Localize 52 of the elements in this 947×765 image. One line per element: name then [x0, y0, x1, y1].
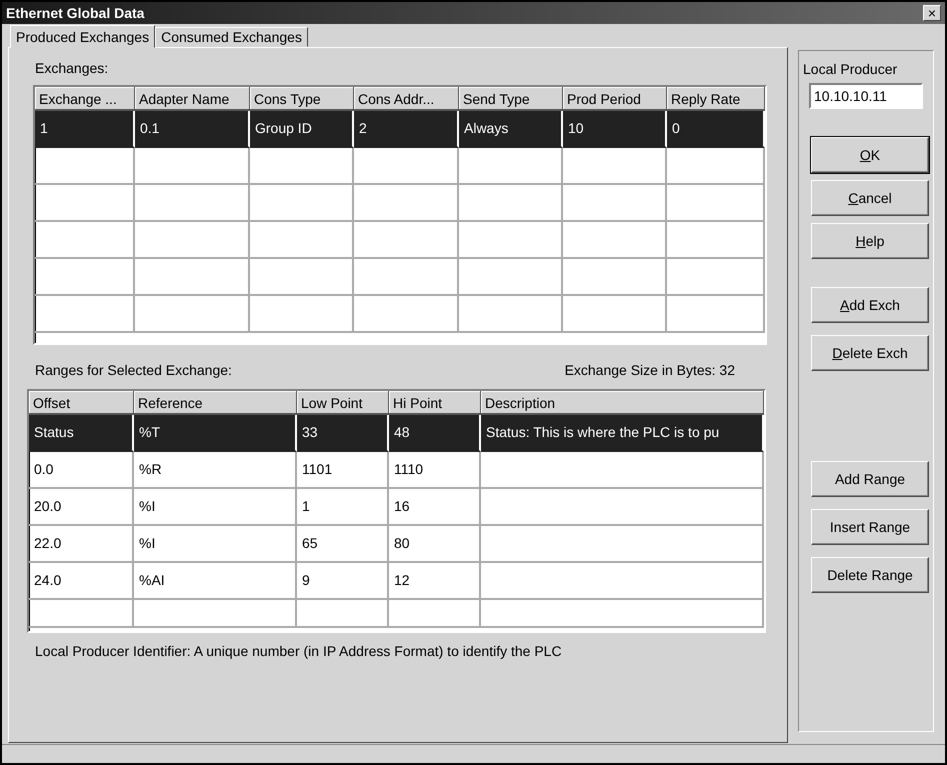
dialog-button[interactable]: Delete Exch	[811, 335, 929, 371]
table-cell: %R	[134, 452, 297, 489]
table-row[interactable]: 22.0 %I 65 80	[29, 526, 764, 563]
table-cell: 2	[354, 111, 459, 148]
table-cell: 80	[389, 526, 481, 563]
table-cell: 9	[297, 563, 389, 600]
table-cell: 1	[35, 111, 135, 148]
table-cell: %I	[134, 526, 297, 563]
table-cell: 0.0	[29, 452, 134, 489]
table-row[interactable]: Status %T 33 48 Status: This is where the PLC is to pu	[29, 415, 764, 452]
table-cell: 1110	[389, 452, 481, 489]
tab[interactable]: Produced Exchanges	[10, 25, 156, 48]
field-label: Local Producer	[803, 61, 898, 77]
table-cell: 33	[297, 415, 389, 452]
table-cell: %AI	[134, 563, 297, 600]
table-cell: Status: This is where the PLC is to pu	[481, 415, 764, 452]
table-cell: 22.0	[29, 526, 134, 563]
table-cell: %T	[134, 415, 297, 452]
table-cell: 65	[297, 526, 389, 563]
close-button[interactable]: ×	[923, 5, 941, 21]
table-cell: 10	[563, 111, 667, 148]
exchange-size-text: Exchange Size in Bytes: 32	[564, 362, 735, 378]
dialog-button[interactable]: Add Range	[811, 461, 929, 497]
table-row[interactable]: 24.0 %AI 9 12	[29, 563, 764, 600]
table-cell: %I	[134, 489, 297, 526]
dialog-button[interactable]: OK	[811, 137, 929, 173]
input-field[interactable]: 10.10.10.11	[809, 83, 923, 109]
table-cell: Always	[459, 111, 563, 148]
table-cell: Group ID	[250, 111, 354, 148]
table-cell: Status	[29, 415, 134, 452]
table-row[interactable]: 20.0 %I 1 16	[29, 489, 764, 526]
window-title: Ethernet Global Data	[6, 5, 144, 21]
dialog-button[interactable]: Cancel	[811, 180, 929, 216]
table-cell: 12	[389, 563, 481, 600]
hint-text: Local Producer Identifier: A unique number (in IP Address Format) to identify the PLC	[35, 643, 563, 659]
section-label: Exchanges:	[35, 60, 110, 76]
table-row[interactable]: 0.0 %R 1101 1110	[29, 452, 764, 489]
table-cell: 1101	[297, 452, 389, 489]
table-cell: 0.1	[135, 111, 250, 148]
table-cell: 20.0	[29, 489, 134, 526]
table-cell: 16	[389, 489, 481, 526]
section-label: Ranges for Selected Exchange:	[35, 362, 232, 378]
tab[interactable]: Consumed Exchanges	[155, 27, 308, 47]
dialog-button[interactable]: Delete Range	[811, 557, 929, 593]
dialog-button[interactable]: Add Exch	[811, 287, 929, 323]
table-cell: 48	[389, 415, 481, 452]
table-cell: 0	[667, 111, 765, 148]
table-row[interactable]: 1 0.1 Group ID 2 Always 10 0	[35, 111, 765, 148]
dialog-button[interactable]: Help	[811, 223, 929, 259]
dialog-button[interactable]: Insert Range	[811, 509, 929, 545]
table-cell: 1	[297, 489, 389, 526]
table-cell: 24.0	[29, 563, 134, 600]
